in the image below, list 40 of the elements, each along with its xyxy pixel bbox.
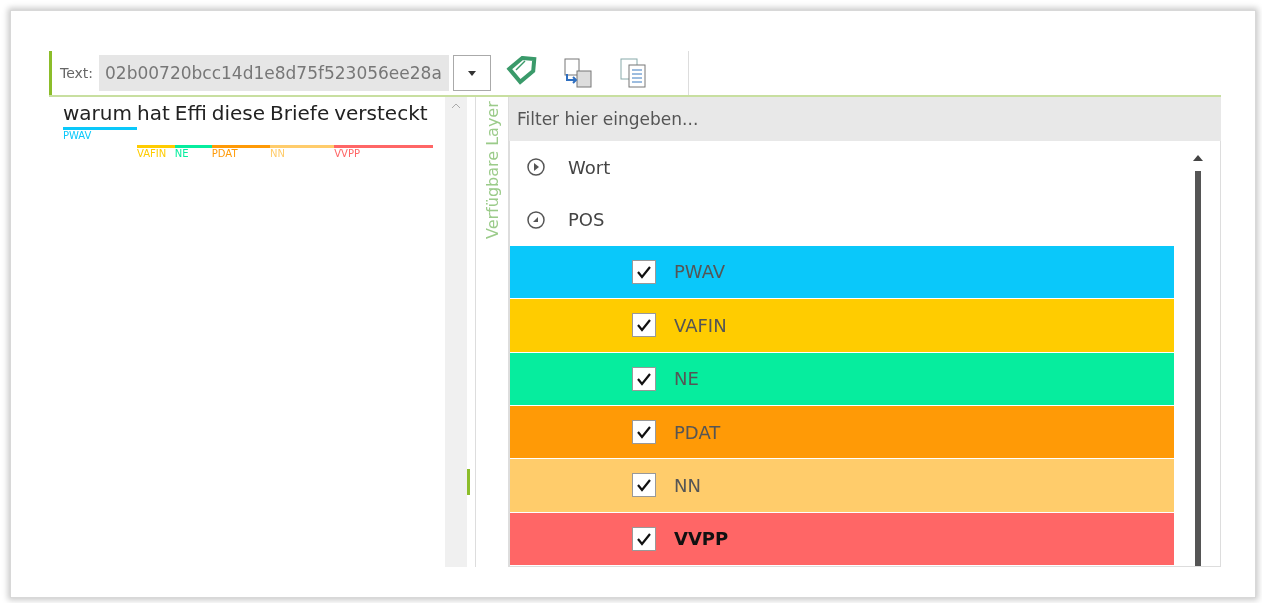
checkmark-icon [636,264,652,279]
text-label: Text: [60,65,94,81]
tag-row[interactable]: VVPP [510,512,1174,566]
layer-name[interactable]: POS [568,209,605,231]
tag-row[interactable]: VAFIN [510,299,1174,353]
annotation-tag: VVPP [334,148,433,161]
annotation-tag: PWAV [63,130,137,143]
tag-row[interactable]: PWAV [510,245,1174,300]
caret-down-icon [468,70,477,76]
checkbox[interactable] [632,259,656,284]
tag-row[interactable]: NE [510,352,1174,406]
sentence-word: Briefe [270,101,331,125]
sentence-word: diese [211,101,267,125]
annotation-tag: NE [174,148,212,161]
filter-field[interactable]: Filter hier eingeben... [509,97,1221,141]
sentence-word: hat [137,101,171,125]
checkbox[interactable] [632,473,656,498]
checkmark-icon [636,318,652,333]
annotation-tag: VAFIN [137,148,175,161]
checkbox[interactable] [632,526,656,551]
checkmark-icon [636,425,652,440]
tag-row[interactable]: PDAT [510,405,1174,460]
collapsed-circle-icon[interactable] [526,157,546,178]
splitter-grip[interactable] [467,469,470,495]
checkbox[interactable] [632,313,656,338]
annotation-tag: PDAT [211,148,271,161]
scroll-up-icon[interactable] [1193,155,1203,161]
sentence-word: Effi [174,101,208,125]
expanded-circle-icon[interactable] [526,209,546,230]
sentence-word: versteckt [334,101,429,125]
tag-row[interactable]: NN [510,459,1174,513]
checkbox[interactable] [632,420,656,445]
checkbox[interactable] [632,366,656,391]
layer-name[interactable]: Wort [568,156,611,178]
checkmark-icon [636,478,652,493]
text-combo-value[interactable]: 02b00720bcc14d1e8d75f523056ee28a [99,55,450,91]
annotation-tag: NN [270,148,335,161]
checkmark-icon [636,371,652,386]
sentence-word: warum [63,101,133,125]
checkmark-icon [636,531,652,546]
